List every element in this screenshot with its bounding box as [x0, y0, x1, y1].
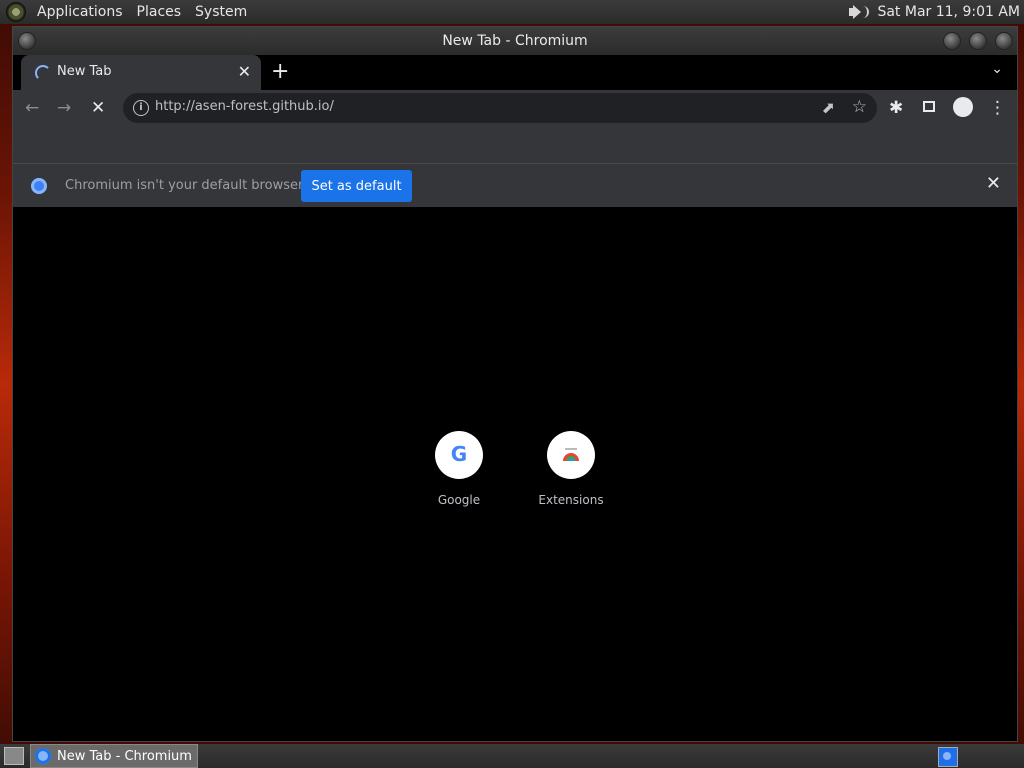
infobar-close-icon[interactable]: ✕	[986, 173, 1001, 194]
shortcut-label: Google	[437, 493, 481, 507]
back-icon[interactable]: ←	[25, 98, 39, 118]
shortcut-label: Extensions	[538, 493, 604, 507]
shortcut-extensions[interactable]: Extensions	[515, 431, 627, 507]
chromium-logo-icon	[31, 178, 47, 194]
bookmarks-bar	[13, 126, 1017, 164]
clock[interactable]: Sat Mar 11, 9:01 AM	[877, 4, 1020, 20]
stop-icon[interactable]: ✕	[91, 98, 105, 118]
new-tab-button[interactable]: +	[271, 59, 289, 84]
shortcut-google[interactable]: G Google	[403, 431, 515, 507]
maximize-icon[interactable]	[969, 32, 987, 50]
taskbar: New Tab - Chromium	[0, 744, 1024, 768]
infobar-message: Chromium isn't your default browser	[65, 178, 304, 193]
show-desktop-icon[interactable]	[4, 747, 24, 765]
applications-menu[interactable]: Applications	[30, 4, 130, 20]
places-menu[interactable]: Places	[130, 4, 189, 20]
chromium-icon	[35, 748, 51, 764]
page-content: G Google Extensions	[13, 207, 1017, 741]
browser-window: New Tab - Chromium New Tab ✕ + ⌄ ← → ✕ i…	[12, 26, 1018, 742]
tab-strip: New Tab ✕ + ⌄	[13, 55, 1017, 90]
tab-search-icon[interactable]: ⌄	[991, 61, 1003, 77]
address-bar[interactable]: i http://asen-forest.github.io/ ⬈ ☆	[123, 93, 877, 123]
url-text[interactable]: http://asen-forest.github.io/	[155, 99, 334, 114]
chrome-menu-icon[interactable]: ⋮	[989, 98, 1006, 118]
set-as-default-button[interactable]: Set as default	[301, 170, 412, 202]
site-info-icon[interactable]: i	[133, 100, 149, 116]
browser-toolbar: ← → ✕ i http://asen-forest.github.io/ ⬈ …	[13, 90, 1017, 126]
top-panel: Applications Places System Sat Mar 11, 9…	[0, 0, 1024, 24]
window-title: New Tab - Chromium	[442, 33, 588, 49]
bookmark-star-icon[interactable]: ☆	[852, 97, 867, 117]
extensions-icon[interactable]: ✱	[889, 98, 903, 118]
taskbar-item-chromium[interactable]: New Tab - Chromium	[30, 744, 198, 768]
volume-icon[interactable]	[847, 3, 870, 21]
close-window-icon[interactable]	[995, 32, 1013, 50]
profile-avatar-icon[interactable]	[953, 97, 973, 117]
share-icon[interactable]: ⬈	[822, 98, 835, 117]
tab-new-tab[interactable]: New Tab ✕	[21, 55, 261, 90]
google-icon[interactable]: G	[435, 431, 483, 479]
tab-title: New Tab	[57, 64, 112, 79]
tray-chromium-icon[interactable]	[938, 747, 958, 767]
web-store-icon[interactable]	[547, 431, 595, 479]
minimize-icon[interactable]	[943, 32, 961, 50]
forward-icon[interactable]: →	[57, 98, 71, 118]
system-menu[interactable]: System	[188, 4, 254, 20]
tab-close-icon[interactable]: ✕	[238, 62, 251, 81]
window-menu-icon[interactable]	[18, 32, 36, 50]
default-browser-infobar: Chromium isn't your default browser Set …	[13, 164, 1017, 210]
loading-spinner-icon	[35, 65, 51, 81]
distro-logo-icon[interactable]	[6, 2, 26, 22]
taskbar-item-label: New Tab - Chromium	[57, 748, 192, 764]
window-titlebar[interactable]: New Tab - Chromium	[13, 27, 1017, 55]
side-panel-icon[interactable]	[923, 101, 935, 112]
